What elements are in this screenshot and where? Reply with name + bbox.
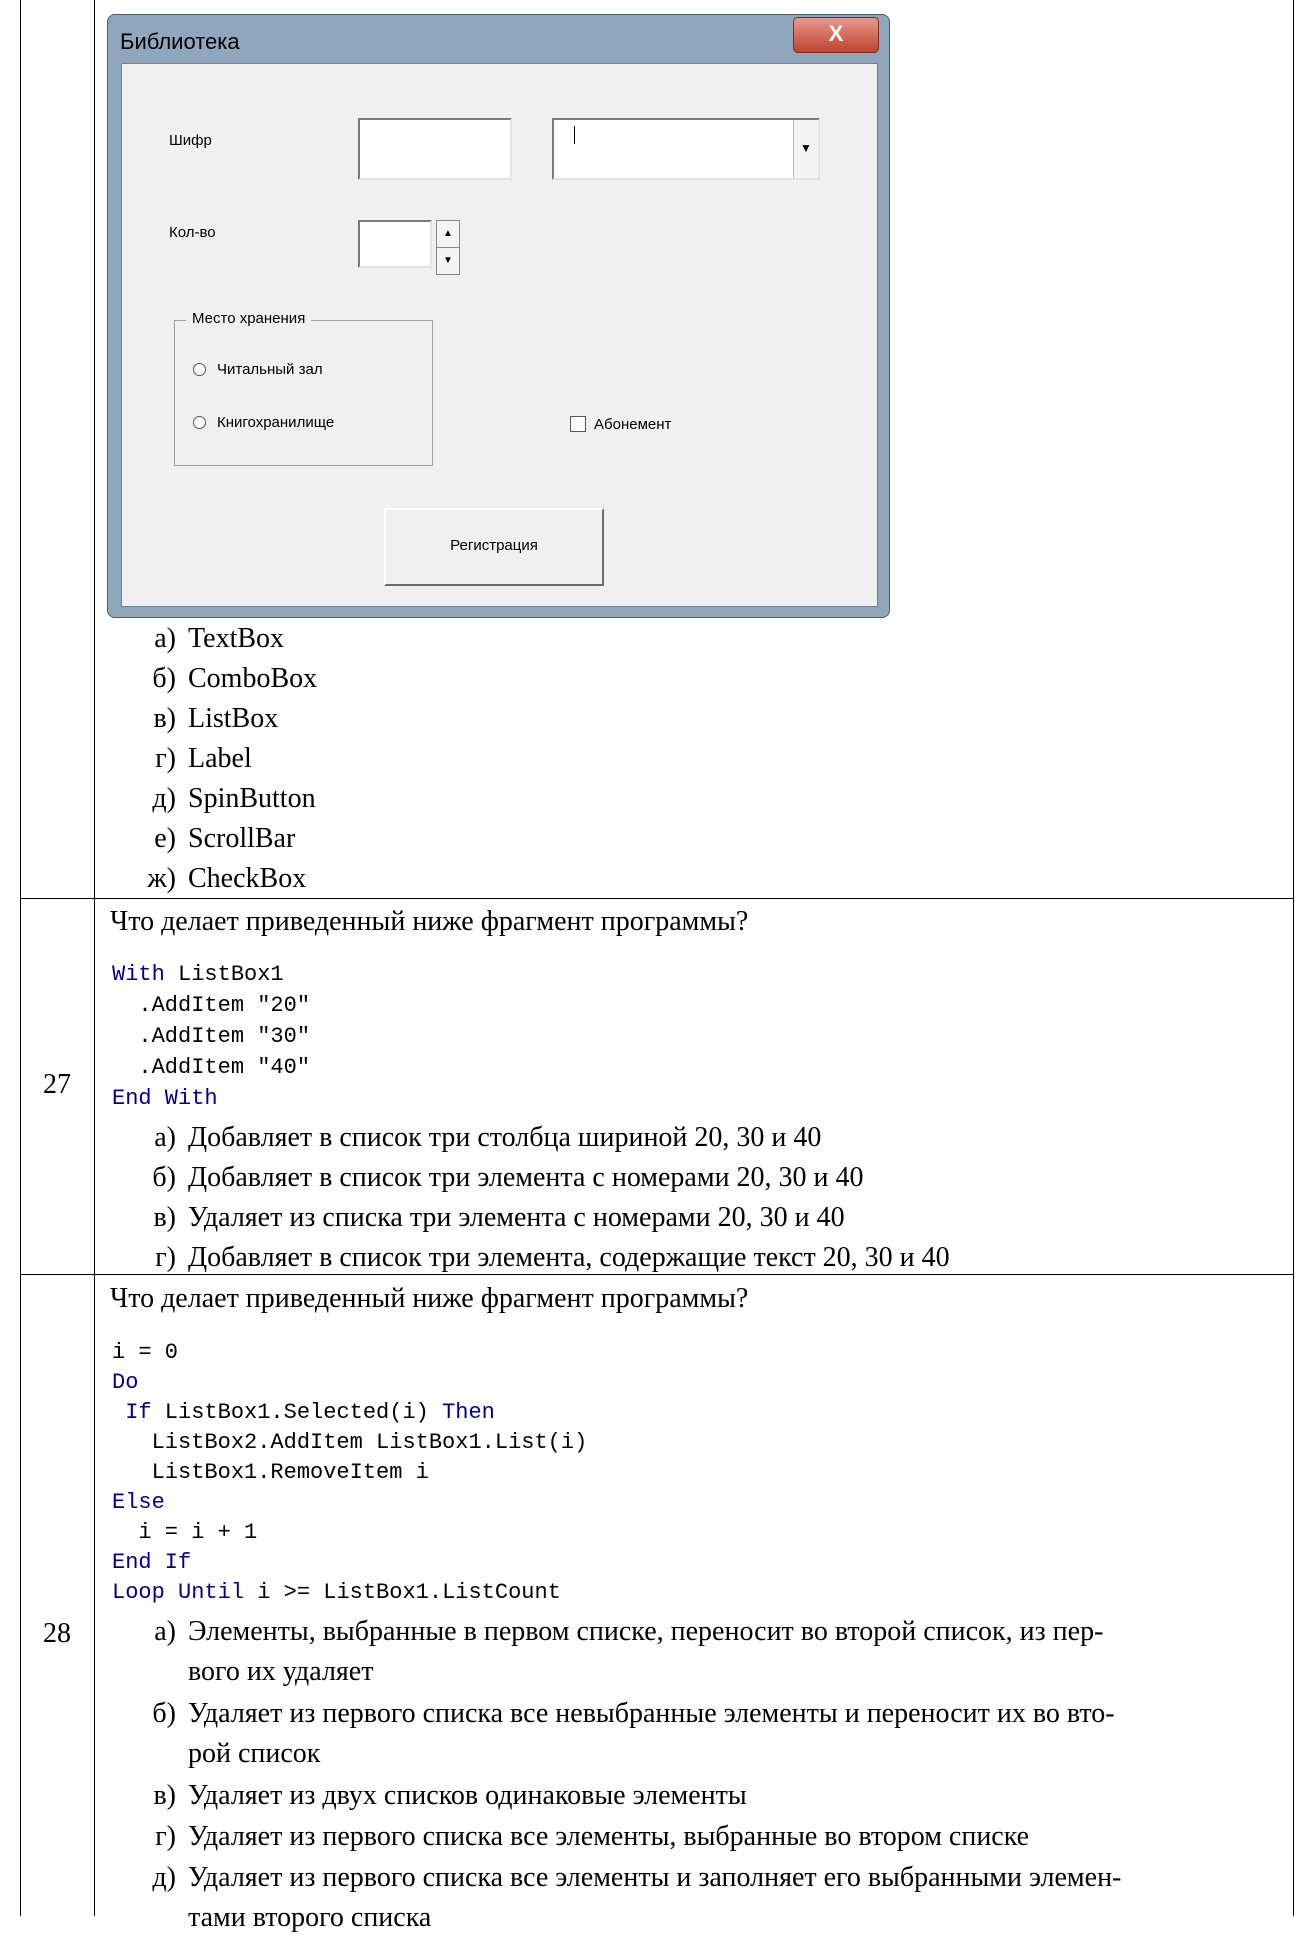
q27-code-line-5: End With (112, 1086, 218, 1111)
close-button[interactable]: X (793, 17, 879, 53)
option-item: д) SpinButton (152, 783, 316, 814)
spin-down-icon[interactable]: ▼ (436, 247, 460, 275)
option-item: в) Удаляет из списка три элемента с номер… (153, 1202, 845, 1233)
option-item: е) ScrollBar (154, 823, 296, 854)
cipher-label: Шифр (169, 132, 212, 149)
register-button[interactable]: Регистрация (384, 508, 604, 586)
q27-code-line-1: With ListBox1 (112, 962, 284, 987)
q27-code-line-2: .AddItem "20" (112, 993, 311, 1018)
spin-up-icon[interactable]: ▲ (436, 220, 460, 248)
option-item: б) Добавляет в список три элемента с номе… (152, 1162, 864, 1193)
q28-code-line-3: If ListBox1.Selected(i) Then (112, 1400, 495, 1425)
qty-label: Кол-во (169, 224, 216, 241)
storage-frame (174, 320, 433, 466)
cipher-textbox[interactable] (358, 118, 512, 180)
option-item: г) Добавляет в список три элемента, содер… (155, 1242, 950, 1273)
storage-frame-label: Место хранения (186, 310, 312, 327)
subscription-checkbox[interactable] (570, 416, 586, 432)
q28-code-line-5: ListBox1.RemoveItem i (112, 1460, 429, 1485)
form-title: Библиотека (120, 29, 240, 54)
qty-textbox[interactable] (358, 220, 432, 268)
option-item: г) Удаляет из первого списка все элементы… (155, 1821, 1030, 1852)
question-number-27: 27 (43, 1069, 71, 1100)
radio-reading-room[interactable] (193, 363, 206, 376)
option-item: а) Элементы, выбранные в первом списке, … (154, 1616, 1104, 1687)
register-button-label: Регистрация (450, 537, 538, 554)
q28-code-line-2: Do (112, 1370, 139, 1395)
qty-spinbutton[interactable]: ▲ ▼ (436, 220, 460, 275)
option-item: б) ComboBox (152, 663, 318, 694)
option-item: а) TextBox (154, 623, 285, 654)
q27-code-line-3: .AddItem "30" (112, 1024, 311, 1049)
table-column-divider (94, 0, 95, 1916)
radio-book-storage-label: Книгохранилище (217, 414, 335, 431)
q28-code-line-1: i = 0 (112, 1340, 179, 1365)
cipher-combobox[interactable]: ▼ (552, 118, 820, 180)
radio-book-storage[interactable] (193, 416, 206, 429)
option-item: ж) CheckBox (147, 863, 307, 894)
q28-code-line-9: Loop Until i >= ListBox1.ListCount (112, 1580, 561, 1605)
option-item: г) Label (155, 743, 252, 774)
q28-code-line-8: End If (112, 1550, 192, 1575)
q27-code-line-4: .AddItem "40" (112, 1055, 311, 1080)
q28-code-line-4: ListBox2.AddItem ListBox1.List(i) (112, 1430, 588, 1455)
subscription-checkbox-label: Абонемент (594, 416, 672, 433)
option-item: а) Добавляет в список три столбца шириной… (154, 1122, 822, 1153)
option-item: д) Удаляет из первого списка все элемент… (152, 1862, 1122, 1933)
chevron-down-icon[interactable]: ▼ (793, 120, 818, 178)
q27-question: Что делает приведенный ниже фрагмент про… (110, 906, 749, 937)
option-item: в) ListBox (153, 703, 279, 734)
text-caret (574, 126, 575, 144)
table-border-right (1293, 0, 1294, 1916)
q28-code-line-6: Else (112, 1490, 165, 1515)
option-item: б) Удаляет из первого списка все невыбра… (152, 1698, 1115, 1769)
form-client-area: Шифр ▼ Кол-во ▲ ▼ Место хранения Читальн… (121, 63, 878, 607)
library-user-form: Библиотека X Шифр ▼ Кол-во ▲ ▼ Место хра… (107, 14, 890, 618)
radio-reading-room-label: Читальный зал (217, 361, 323, 378)
q28-question: Что делает приведенный ниже фрагмент про… (110, 1283, 749, 1314)
q28-code-line-7: i = i + 1 (112, 1520, 258, 1545)
option-item: в) Удаляет из двух списков одинаковые эле… (153, 1780, 747, 1811)
question-number-28: 28 (43, 1618, 71, 1649)
